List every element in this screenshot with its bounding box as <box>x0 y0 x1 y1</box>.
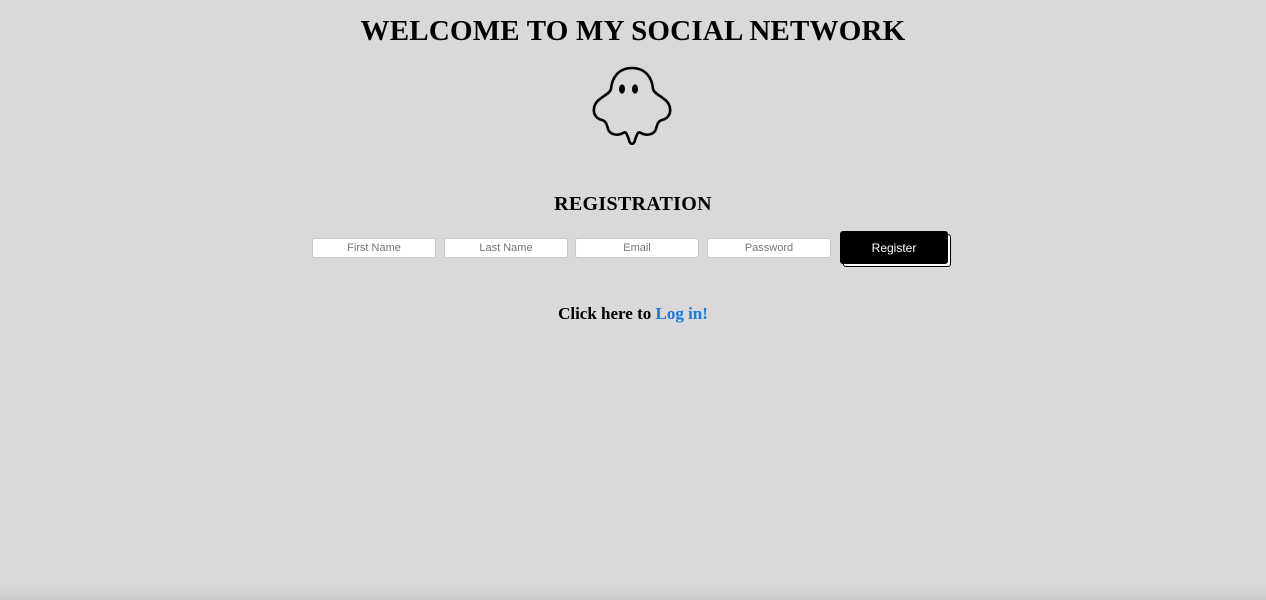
last-name-input[interactable] <box>444 238 568 258</box>
bottom-shadow <box>0 586 1266 600</box>
first-name-input[interactable] <box>312 238 436 258</box>
registration-title: REGISTRATION <box>554 193 712 215</box>
page-title: WELCOME TO MY SOCIAL NETWORK <box>360 15 906 47</box>
ghost-icon <box>592 66 672 146</box>
login-prompt: Click here to Log in! <box>0 303 1266 325</box>
register-button[interactable]: Register <box>840 231 948 264</box>
email-input[interactable] <box>575 238 699 258</box>
login-link[interactable]: Log in! <box>655 304 707 323</box>
login-prompt-text: Click here to <box>558 304 656 323</box>
password-input[interactable] <box>707 238 831 258</box>
